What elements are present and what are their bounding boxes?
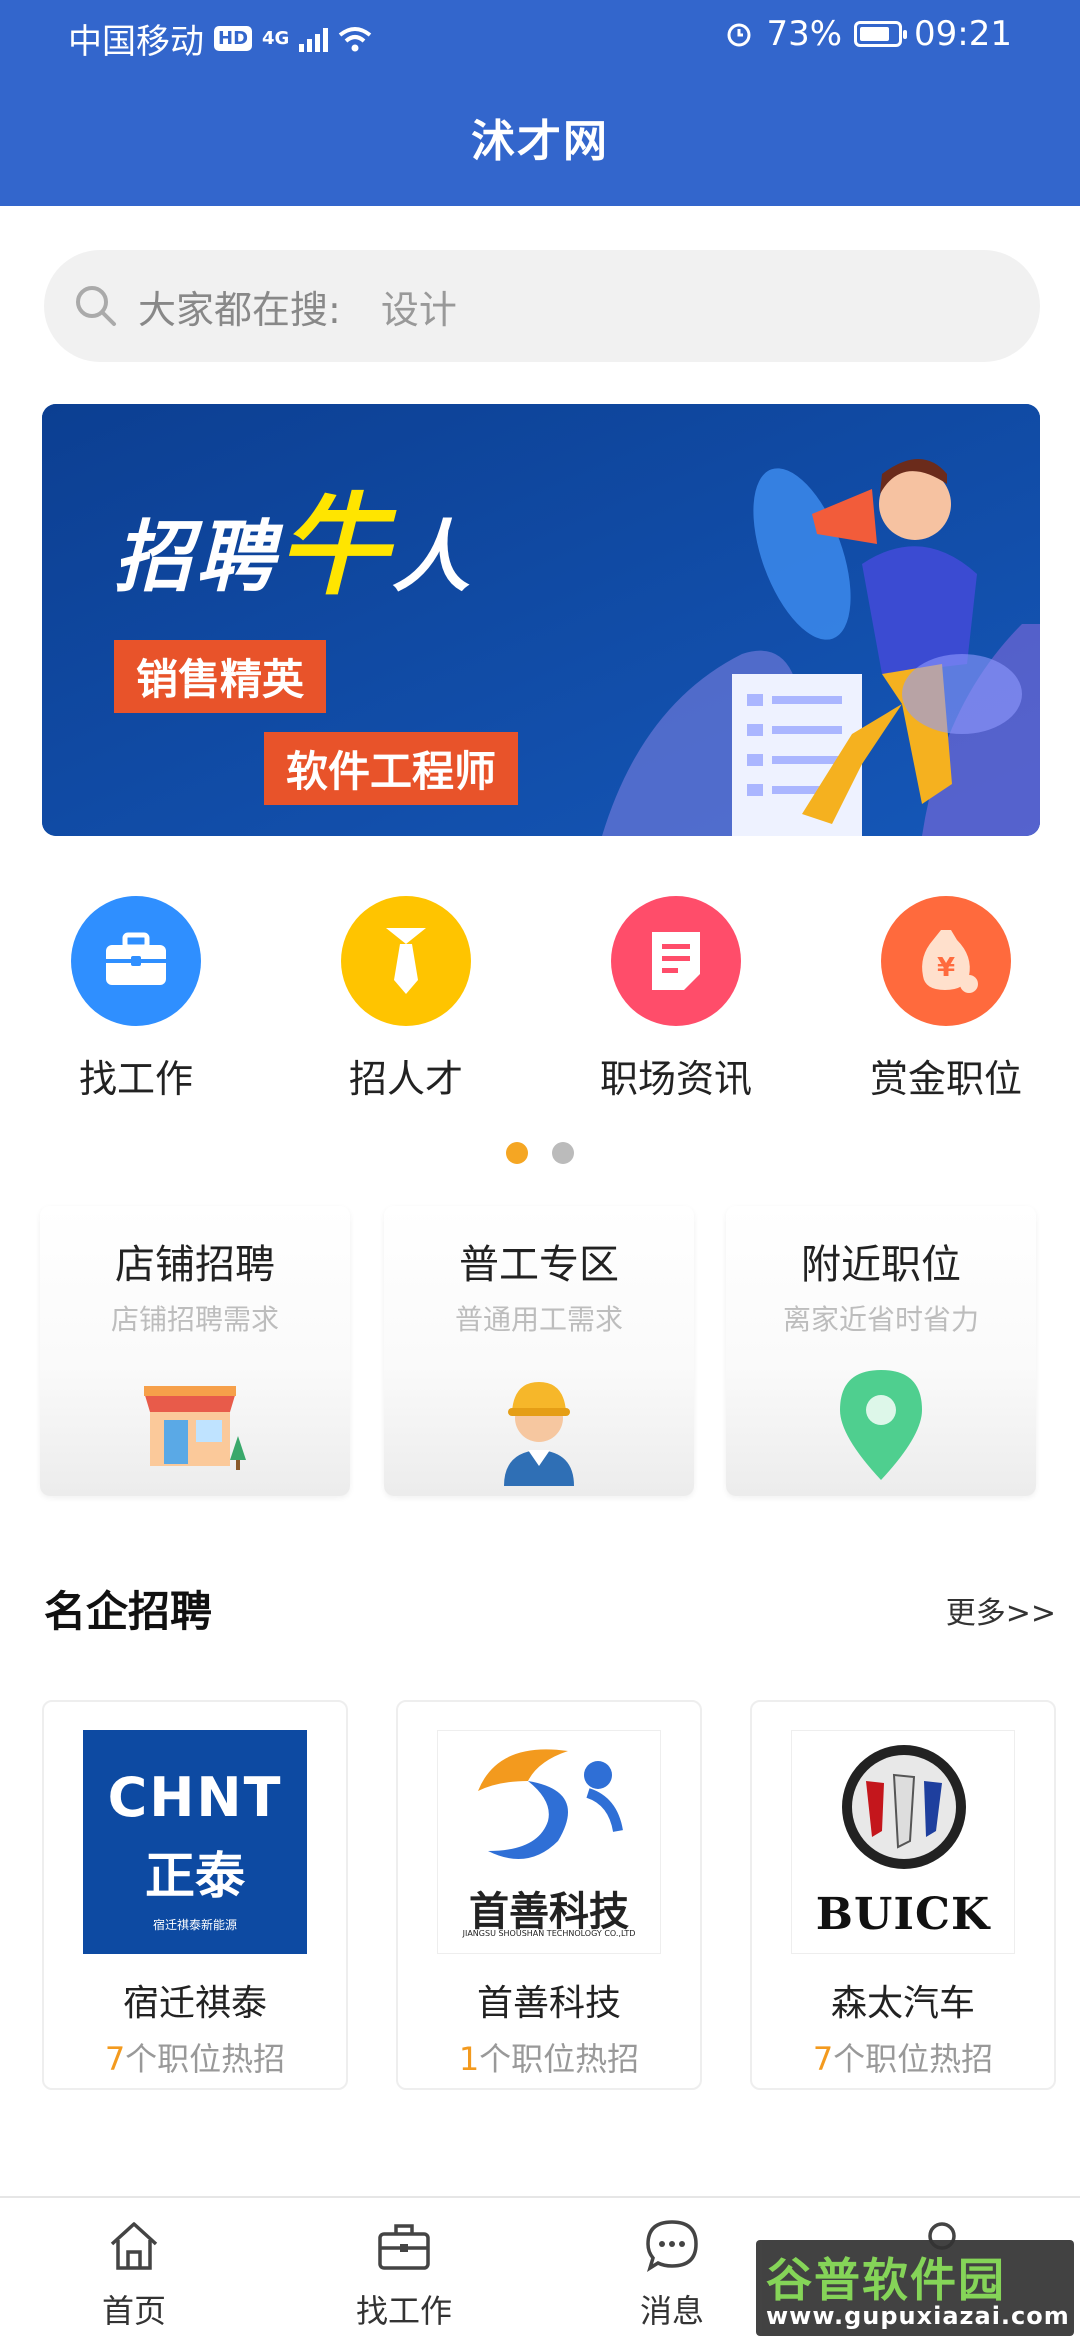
status-bar: 中国移动 HD 4G 73% 09:21 (0, 0, 1080, 78)
nav-career-news[interactable]: 职场资讯 (586, 896, 766, 1103)
watermark-url: www.gupuxiazai.com (766, 2302, 1070, 2330)
more-link[interactable]: 更多>> (946, 1588, 1056, 1632)
svg-text:¥: ¥ (937, 953, 955, 983)
zone-title: 店铺招聘 (115, 1242, 275, 1288)
site-watermark: 谷普软件园 www.gupuxiazai.com (756, 2240, 1074, 2336)
nav-find-job-label: 找工作 (78, 1057, 193, 1101)
zone-nearby-jobs[interactable]: 附近职位 离家近省时省力 (726, 1206, 1036, 1496)
company-logo-shoushan: 首善科技 JIANGSU SHOUSHAN TECHNOLOGY CO.,LTD (437, 1730, 661, 1954)
company-jobs: 7个职位热招 (752, 2034, 1054, 2080)
zone-store-hiring[interactable]: 店铺招聘 店铺招聘需求 (40, 1206, 350, 1496)
zone-general-labor[interactable]: 普工专区 普通用工需求 (384, 1206, 694, 1496)
section-title: 名企招聘 (44, 1587, 213, 1636)
company-jobs: 1个职位热招 (398, 2034, 700, 2080)
chat-icon (646, 2220, 698, 2272)
job-suffix: 个职位热招 (479, 2040, 640, 2078)
pager-dot[interactable] (552, 1142, 574, 1164)
logo-text: 宿迁祺泰新能源 (152, 1918, 237, 1932)
buick-emblem (842, 1745, 966, 1869)
search-icon (76, 286, 116, 326)
tab-label: 消息 (639, 2292, 704, 2330)
company-list: CHNT 正泰 宿迁祺泰新能源 宿迁祺泰 7个职位热招 首善科技 JIANGSU… (42, 1700, 1062, 2100)
job-count: 7 (812, 2040, 834, 2078)
banner-tag-sales: 销售精英 (114, 640, 327, 713)
logo-text: 正泰 (145, 1847, 245, 1905)
tab-messages[interactable]: 消息 (602, 2216, 742, 2332)
company-card[interactable]: BUICK 森太汽车 7个职位热招 (750, 1700, 1056, 2090)
logo-text: BUICK (815, 1889, 991, 1940)
money-bag-icon: ¥ (881, 896, 1011, 1026)
company-logo-buick: BUICK (791, 1730, 1015, 1954)
nav-pager (506, 1142, 574, 1164)
app-title: 沭才网 (471, 116, 609, 167)
watermark-title: 谷普软件园 (766, 2253, 1006, 2307)
job-count: 7 (104, 2040, 126, 2078)
nav-find-job[interactable]: 找工作 (46, 896, 226, 1103)
home-icon (110, 2222, 158, 2270)
nav-career-news-label: 职场资讯 (599, 1057, 752, 1101)
nav-bounty-jobs[interactable]: ¥ 赏金职位 (856, 896, 1036, 1103)
promo-banner[interactable]: 招聘牛人 销售精英 软件工程师 (42, 404, 1040, 836)
quick-nav: 找工作 招人才 职场资讯 ¥ 赏金职位 (0, 896, 1080, 1116)
search-hot-keyword[interactable]: 设计 (381, 279, 457, 334)
tab-label: 首页 (101, 2292, 166, 2330)
job-suffix: 个职位热招 (125, 2040, 286, 2078)
zone-subtitle: 普通用工需求 (454, 1303, 623, 1336)
network-type: 4G (262, 28, 290, 49)
company-logo-chnt: CHNT 正泰 宿迁祺泰新能源 (83, 1730, 307, 1954)
company-card[interactable]: 首善科技 JIANGSU SHOUSHAN TECHNOLOGY CO.,LTD… (396, 1700, 702, 2090)
battery-icon (854, 21, 908, 47)
search-placeholder: 大家都在搜: (138, 287, 341, 332)
banner-headline-c: 人 (392, 513, 475, 603)
app-header: 沭才网 (0, 78, 1080, 206)
banner-headline-b: 牛 (278, 482, 393, 610)
nav-recruit[interactable]: 招人才 (316, 896, 496, 1103)
briefcase-icon (71, 896, 201, 1026)
nav-bounty-jobs-label: 赏金职位 (869, 1057, 1022, 1101)
tab-label: 找工作 (355, 2292, 452, 2330)
battery-percent: 73% (766, 14, 843, 54)
pager-dot-active[interactable] (506, 1142, 528, 1164)
tie-icon (341, 896, 471, 1026)
shop-icon (144, 1386, 246, 1470)
logo-text: JIANGSU SHOUSHAN TECHNOLOGY CO.,LTD (462, 1929, 636, 1938)
job-zones: 店铺招聘 店铺招聘需求 普工专区 普通用工需求 附近职位 离家近省时省力 (40, 1206, 1040, 1506)
signal-icon (299, 26, 329, 52)
company-jobs: 7个职位热招 (44, 2034, 346, 2080)
alarm-icon (727, 23, 751, 47)
job-suffix: 个职位热招 (833, 2040, 994, 2078)
worker-icon (504, 1382, 574, 1486)
home-content: 大家都在搜: 设计 招聘牛人 销售精英 软件工程师 找工作 招人才 职场资讯 ¥… (0, 206, 1080, 2196)
tab-find-job[interactable]: 找工作 (334, 2216, 474, 2332)
clock: 09:21 (914, 14, 1012, 54)
wifi-icon (339, 26, 372, 51)
company-name: 宿迁祺泰 (122, 1983, 267, 2024)
news-icon (611, 896, 741, 1026)
shoushan-mark (478, 1749, 623, 1859)
search-bar[interactable]: 大家都在搜: 设计 (44, 250, 1040, 362)
hd-badge: HD (214, 26, 253, 51)
company-card[interactable]: CHNT 正泰 宿迁祺泰新能源 宿迁祺泰 7个职位热招 (42, 1700, 348, 2090)
briefcase-icon (378, 2224, 430, 2270)
famous-companies-header: 名企招聘 更多>> (44, 1578, 1056, 1638)
zone-title: 附近职位 (801, 1242, 961, 1288)
zone-subtitle: 店铺招聘需求 (110, 1303, 279, 1336)
company-name: 首善科技 (476, 1983, 621, 2024)
nav-recruit-label: 招人才 (348, 1057, 463, 1101)
banner-tag-engineer: 软件工程师 (264, 732, 519, 805)
carrier-name: 中国移动 (68, 22, 204, 62)
banner-headline-a: 招聘 (114, 513, 279, 603)
location-pin-icon (840, 1370, 922, 1480)
tab-home[interactable]: 首页 (64, 2216, 204, 2332)
zone-subtitle: 离家近省时省力 (782, 1303, 979, 1336)
banner-headline: 招聘牛人 (114, 456, 474, 616)
logo-text: CHNT (107, 1766, 283, 1829)
job-count: 1 (458, 2040, 480, 2078)
zone-title: 普工专区 (459, 1242, 619, 1288)
company-name: 森太汽车 (830, 1983, 975, 2024)
